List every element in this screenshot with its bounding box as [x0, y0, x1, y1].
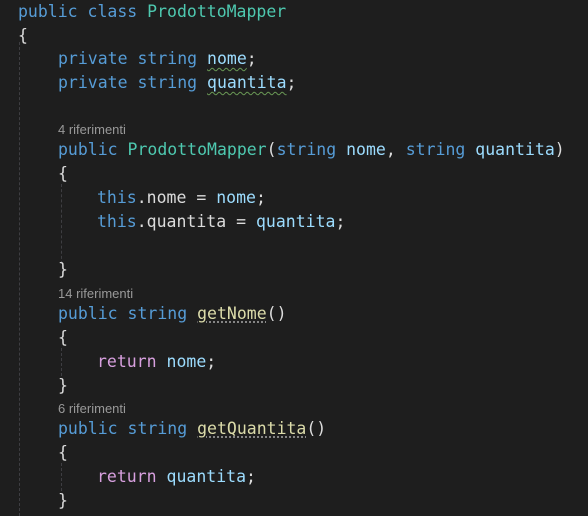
code-line-class-declaration[interactable]: public class ProdottoMapper	[18, 0, 286, 24]
keyword-public: public	[58, 304, 118, 323]
code-line-return-quantita[interactable]: return quantita;	[97, 465, 256, 489]
code-line-ctor-close-brace[interactable]: }	[58, 258, 68, 282]
code-line-getnome-close-brace[interactable]: }	[58, 374, 68, 398]
open-paren: (	[266, 140, 277, 159]
keyword-this: this	[97, 188, 137, 207]
field-ref-quantita[interactable]: quantita	[167, 467, 246, 486]
code-line-class-open-brace[interactable]: {	[18, 24, 28, 48]
keyword-private: private	[58, 73, 128, 92]
param-nome[interactable]: nome	[346, 140, 386, 159]
brace: {	[18, 26, 28, 45]
code-line-getquantita-open-brace[interactable]: {	[58, 441, 68, 465]
code-line-method-getnome[interactable]: public string getNome()	[58, 302, 287, 326]
field-nome[interactable]: nome	[207, 49, 247, 68]
code-line-getnome-open-brace[interactable]: {	[58, 326, 68, 350]
method-name-getquantita[interactable]: getQuantita	[197, 419, 306, 438]
param-ref-nome[interactable]: nome	[216, 188, 256, 207]
code-line-getquantita-close-brace[interactable]: }	[58, 489, 68, 513]
semicolon: ;	[206, 352, 217, 371]
semicolon: ;	[255, 188, 266, 207]
indent-guide-getquantita	[61, 463, 62, 491]
code-line-field-nome[interactable]: private string nome;	[58, 47, 257, 71]
type-string: string	[405, 140, 466, 159]
brace: }	[58, 260, 68, 279]
code-line-ctor-open-brace[interactable]: {	[58, 162, 68, 186]
keyword-class: class	[87, 2, 138, 21]
indent-guide-getnome	[61, 348, 62, 376]
field-ref-nome[interactable]: nome	[167, 352, 207, 371]
brace: {	[58, 328, 68, 347]
codelens-references-getquantita[interactable]: 6 riferimenti	[58, 400, 126, 418]
keyword-public: public	[58, 140, 118, 159]
keyword-public: public	[18, 2, 78, 21]
indent-guide-class	[19, 42, 20, 516]
indent-guide-ctor	[61, 184, 62, 264]
type-string: string	[276, 140, 337, 159]
code-line-constructor[interactable]: public ProdottoMapper(string nome, strin…	[58, 138, 565, 162]
semicolon: ;	[246, 49, 257, 68]
code-line-assign-quantita[interactable]: this.quantita = quantita;	[97, 210, 345, 234]
constructor-name[interactable]: ProdottoMapper	[128, 140, 267, 159]
brace: {	[58, 164, 68, 183]
keyword-this: this	[97, 212, 137, 231]
parens: ()	[306, 419, 327, 438]
member-access: .quantita =	[136, 212, 256, 231]
keyword-return: return	[97, 352, 157, 371]
keyword-private: private	[58, 49, 128, 68]
field-quantita[interactable]: quantita	[207, 73, 286, 92]
brace: {	[58, 443, 68, 462]
semicolon: ;	[335, 212, 346, 231]
code-line-method-getquantita[interactable]: public string getQuantita()	[58, 417, 326, 441]
code-line-assign-nome[interactable]: this.nome = nome;	[97, 186, 266, 210]
parens: ()	[266, 304, 287, 323]
brace: }	[58, 491, 68, 510]
code-editor[interactable]: public class ProdottoMapper { private st…	[0, 0, 588, 516]
close-paren: )	[554, 140, 565, 159]
brace: }	[58, 376, 68, 395]
param-quantita[interactable]: quantita	[475, 140, 554, 159]
type-string: string	[137, 49, 198, 68]
codelens-references-ctor[interactable]: 4 riferimenti	[58, 121, 126, 139]
member-access: .nome =	[136, 188, 217, 207]
codelens-references-getnome[interactable]: 14 riferimenti	[58, 285, 133, 303]
type-string: string	[127, 304, 188, 323]
method-name-getnome[interactable]: getNome	[197, 304, 267, 323]
type-string: string	[127, 419, 188, 438]
semicolon: ;	[286, 73, 297, 92]
code-line-return-nome[interactable]: return nome;	[97, 350, 216, 374]
keyword-return: return	[97, 467, 157, 486]
keyword-public: public	[58, 419, 118, 438]
param-ref-quantita[interactable]: quantita	[256, 212, 335, 231]
type-string: string	[137, 73, 198, 92]
code-line-field-quantita[interactable]: private string quantita;	[58, 71, 296, 95]
comma: ,	[385, 140, 406, 159]
class-name[interactable]: ProdottoMapper	[147, 2, 286, 21]
semicolon: ;	[246, 467, 256, 486]
